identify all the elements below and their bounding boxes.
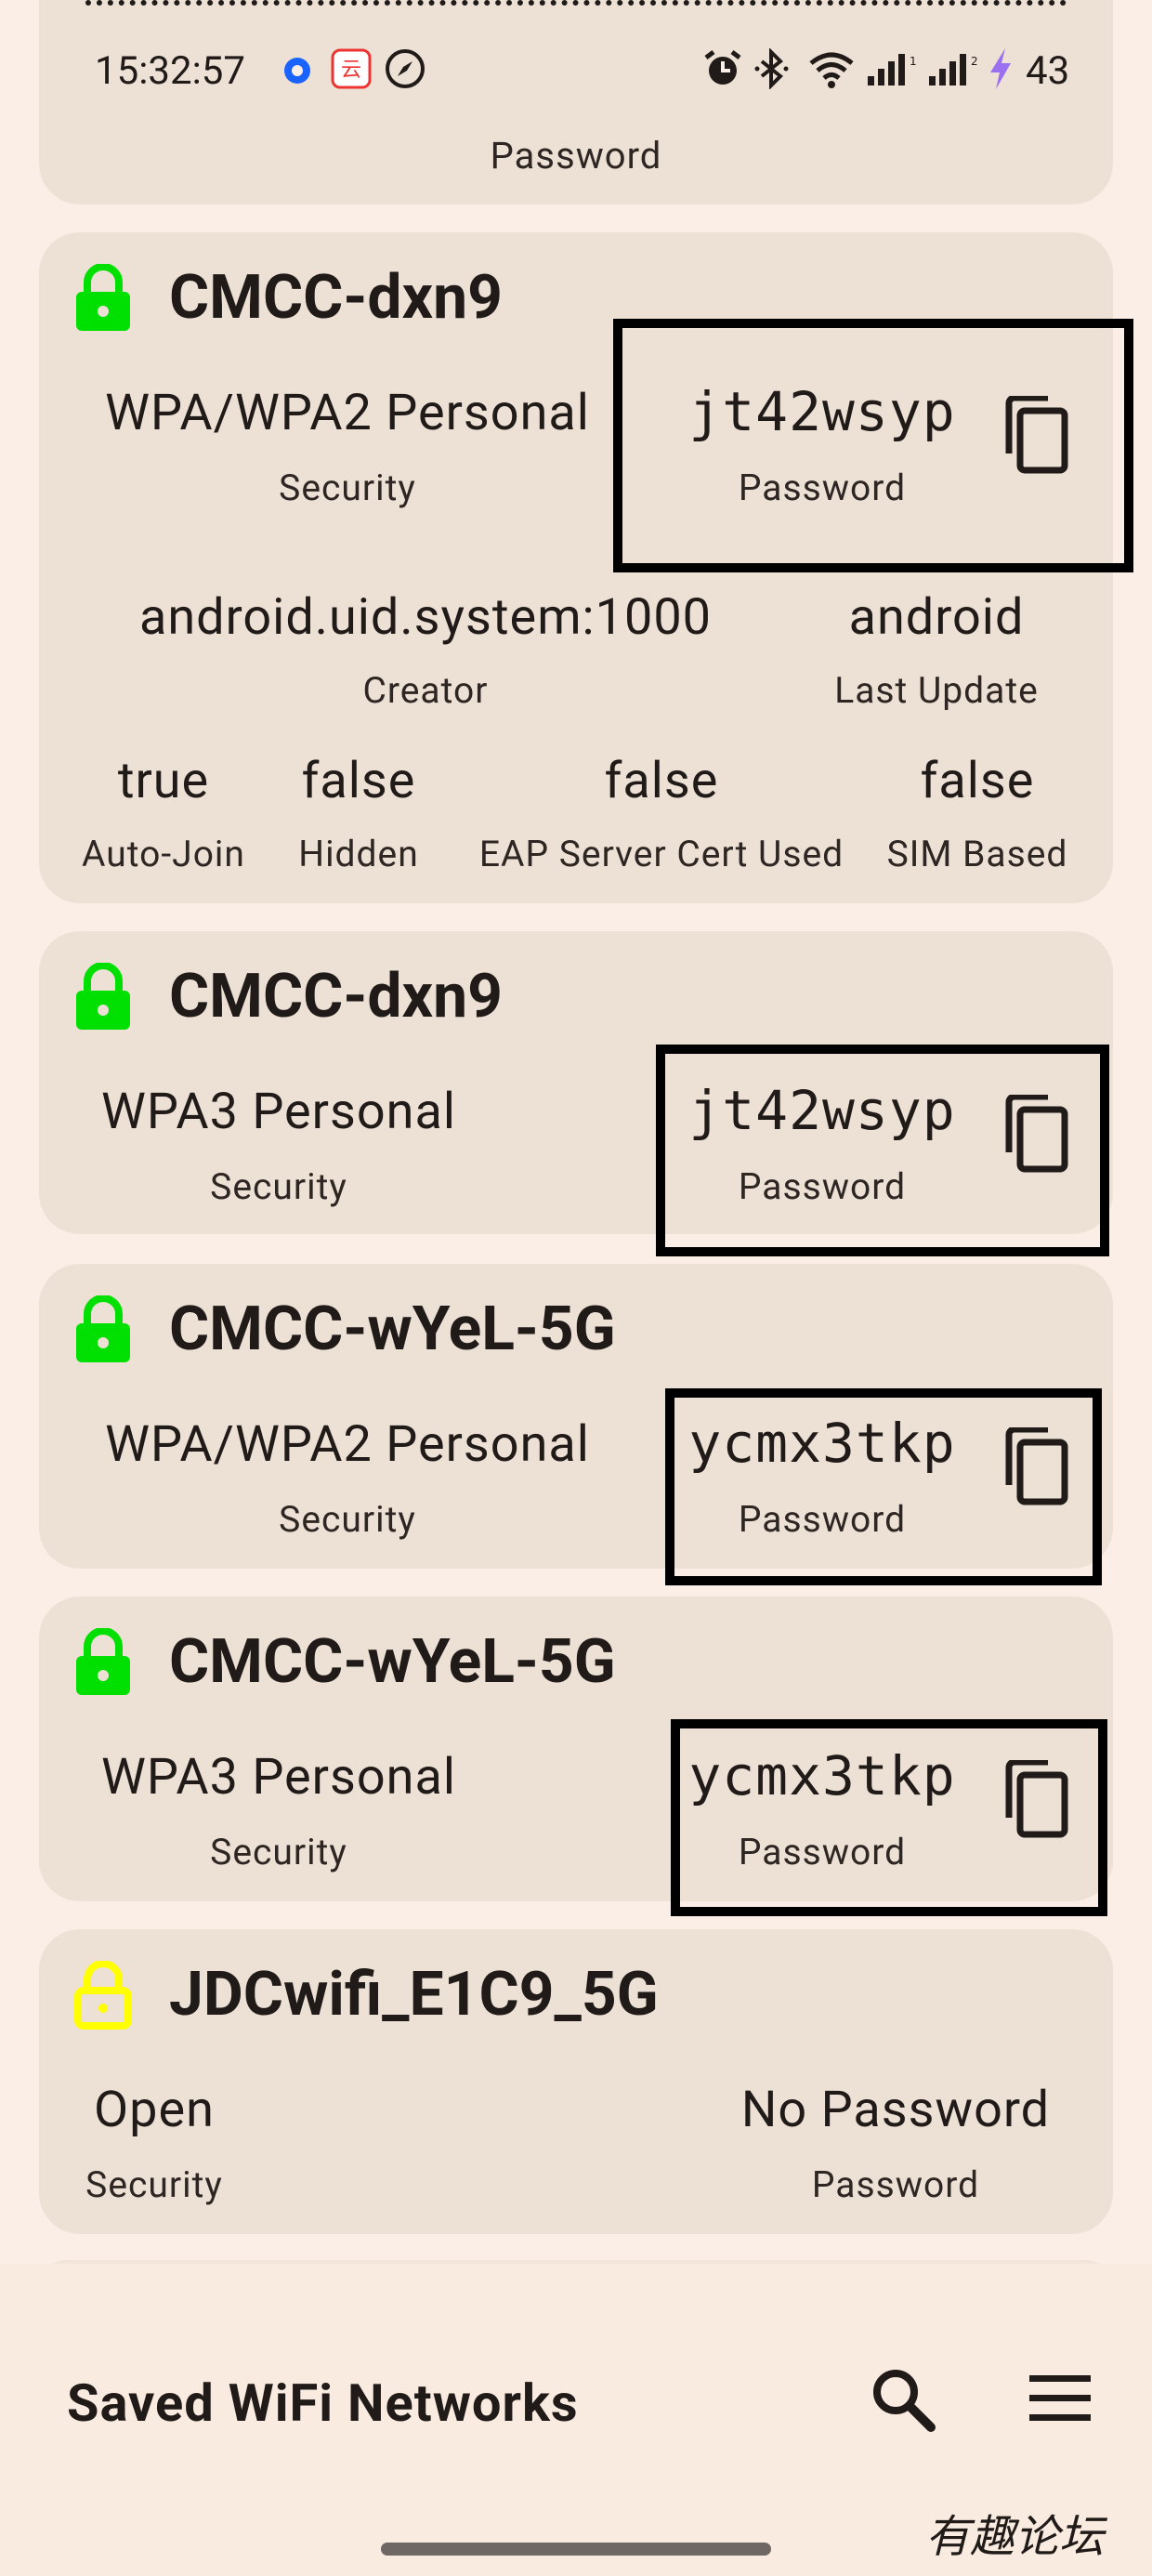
svg-text:2: 2 — [971, 55, 978, 68]
highlight-box — [656, 1045, 1109, 1256]
notification-icon — [284, 58, 310, 84]
bottom-app-bar: Saved WiFi Networks 有趣论坛 — [0, 2264, 1152, 2576]
lock-icon — [76, 963, 130, 1030]
signal-icon: 1 — [868, 54, 917, 85]
security-label: Security — [210, 1831, 347, 1873]
security-value: WPA/WPA2 Personal — [105, 1415, 590, 1474]
highlight-box — [613, 319, 1133, 572]
alarm-icon — [704, 50, 741, 85]
security-label: Security — [85, 2163, 223, 2206]
dotted-divider — [85, 0, 1067, 7]
network-ssid: CMCC-wYeL-5G — [169, 1626, 616, 1698]
svg-text:1: 1 — [910, 55, 917, 68]
charging-icon — [990, 48, 1011, 89]
compass-icon — [386, 49, 425, 88]
lock-open-icon — [74, 1961, 132, 2030]
highlight-box — [665, 1388, 1102, 1585]
highlight-box — [671, 1719, 1107, 1916]
lock-icon — [76, 1628, 130, 1695]
network-ssid: CMCC-dxn9 — [169, 961, 503, 1032]
security-value: WPA3 Personal — [101, 1083, 456, 1141]
search-icon[interactable] — [868, 2364, 936, 2433]
network-card[interactable]: JDCwifi_E1C9_5G Open Security No Passwor… — [39, 1929, 1113, 2234]
last-update-value: android — [848, 588, 1025, 647]
battery-level: 43 — [1026, 48, 1070, 94]
network-ssid: CMCC-dxn9 — [169, 262, 503, 334]
sim-based-label: SIM Based — [886, 833, 1068, 875]
home-indicator[interactable] — [381, 2543, 771, 2556]
status-time: 15:32:57 — [95, 48, 245, 94]
security-value: WPA3 Personal — [101, 1748, 456, 1807]
security-value: Open — [94, 2081, 215, 2139]
creator-value: android.uid.system:1000 — [138, 588, 713, 647]
network-ssid: JDCwifi_E1C9_5G — [169, 1959, 659, 2031]
hidden-label: Hidden — [298, 833, 419, 875]
lock-icon — [76, 1295, 130, 1362]
lock-icon — [76, 264, 130, 331]
sim-based-value: false — [920, 752, 1035, 810]
security-value: WPA/WPA2 Personal — [105, 384, 590, 442]
svg-text:云: 云 — [341, 59, 361, 82]
watermark: 有趣论坛 — [925, 2511, 1105, 2563]
security-label: Security — [210, 1165, 347, 1208]
auto-join-label: Auto-Join — [82, 833, 245, 875]
network-ssid: CMCC-wYeL-5G — [169, 1294, 616, 1365]
hidden-value: false — [301, 752, 416, 810]
last-update-label: Last Update — [834, 669, 1039, 712]
eap-cert-value: false — [604, 752, 719, 810]
bluetooth-icon — [754, 48, 789, 89]
signal-icon: 2 — [929, 54, 978, 85]
password-label: Password — [811, 2163, 980, 2206]
auto-join-value: true — [117, 752, 210, 810]
network-card-partial: Password — [39, 0, 1113, 204]
menu-icon[interactable] — [1028, 2372, 1093, 2425]
creator-label: Creator — [362, 669, 489, 712]
wifi-icon — [809, 52, 854, 88]
password-label: Password — [490, 134, 662, 177]
security-label: Security — [279, 1498, 416, 1541]
security-label: Security — [279, 467, 416, 509]
app-title: Saved WiFi Networks — [67, 2372, 579, 2434]
eap-cert-label: EAP Server Cert Used — [478, 833, 844, 875]
app-notification-icon: 云 — [331, 48, 372, 89]
password-value: No Password — [740, 2081, 1051, 2139]
